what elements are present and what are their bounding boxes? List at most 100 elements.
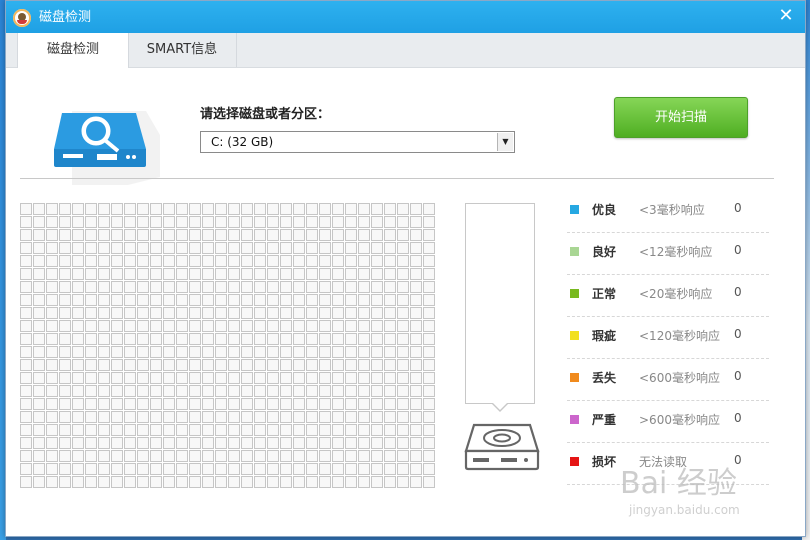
- disk-block-cell: [397, 359, 409, 371]
- disk-block-cell: [384, 255, 396, 267]
- disk-block-cell: [33, 359, 45, 371]
- disk-block-cell: [33, 281, 45, 293]
- disk-block-cell: [46, 281, 58, 293]
- disk-block-cell: [423, 463, 435, 475]
- disk-block-cell: [293, 255, 305, 267]
- disk-block-cell: [423, 307, 435, 319]
- disk-block-cell: [319, 463, 331, 475]
- disk-block-cell: [85, 320, 97, 332]
- disk-block-cell: [176, 281, 188, 293]
- disk-block-cell: [85, 385, 97, 397]
- close-button[interactable]: ✕: [777, 7, 795, 25]
- disk-block-cell: [72, 476, 84, 488]
- disk-block-cell: [189, 346, 201, 358]
- disk-block-cell: [280, 203, 292, 215]
- disk-block-cell: [137, 229, 149, 241]
- disk-block-cell: [267, 333, 279, 345]
- tab-disk-check[interactable]: 磁盘检测: [17, 33, 129, 68]
- disk-block-cell: [228, 346, 240, 358]
- disk-block-cell: [59, 281, 71, 293]
- disk-block-cell: [137, 294, 149, 306]
- disk-block-cell: [98, 294, 110, 306]
- legend-description: >600毫秒响应: [639, 413, 720, 427]
- disk-block-cell: [202, 320, 214, 332]
- disk-block-cell: [410, 268, 422, 280]
- disk-block-cell: [280, 242, 292, 254]
- disk-block-cell: [215, 346, 227, 358]
- disk-block-cell: [293, 463, 305, 475]
- disk-block-cell: [72, 346, 84, 358]
- disk-block-cell: [46, 437, 58, 449]
- disk-block-cell: [163, 450, 175, 462]
- legend-name: 正常: [592, 287, 617, 301]
- disk-block-cell: [20, 450, 32, 462]
- disk-block-cell: [150, 398, 162, 410]
- disk-block-cell: [111, 359, 123, 371]
- disk-block-cell: [46, 216, 58, 228]
- disk-block-cell: [267, 463, 279, 475]
- start-scan-button[interactable]: 开始扫描: [614, 97, 748, 138]
- disk-block-cell: [241, 346, 253, 358]
- disk-block-cell: [46, 268, 58, 280]
- disk-block-cell: [215, 216, 227, 228]
- disk-block-cell: [267, 203, 279, 215]
- disk-block-cell: [280, 450, 292, 462]
- disk-block-cell: [306, 385, 318, 397]
- disk-block-cell: [176, 242, 188, 254]
- disk-block-cell: [371, 320, 383, 332]
- disk-block-cell: [189, 450, 201, 462]
- tab-smart-info[interactable]: SMART信息: [128, 33, 237, 67]
- disk-block-cell: [98, 424, 110, 436]
- disk-block-cell: [189, 255, 201, 267]
- disk-block-cell: [228, 450, 240, 462]
- disk-block-cell: [280, 359, 292, 371]
- disk-block-cell: [137, 320, 149, 332]
- disk-block-cell: [397, 268, 409, 280]
- disk-block-cell: [319, 333, 331, 345]
- disk-block-cell: [306, 268, 318, 280]
- disk-block-cell: [137, 216, 149, 228]
- disk-block-cell: [280, 255, 292, 267]
- legend-row: 瑕疵 <120毫秒响应 0: [567, 316, 769, 359]
- disk-select[interactable]: C: (32 GB) ▼: [200, 131, 515, 153]
- disk-block-cell: [423, 385, 435, 397]
- disk-block-cell: [332, 333, 344, 345]
- disk-block-cell: [163, 320, 175, 332]
- disk-block-cell: [163, 463, 175, 475]
- disk-block-cell: [228, 294, 240, 306]
- disk-block-cell: [319, 229, 331, 241]
- disk-block-cell: [397, 216, 409, 228]
- disk-block-cell: [293, 281, 305, 293]
- disk-block-cell: [241, 203, 253, 215]
- disk-block-cell: [254, 242, 266, 254]
- disk-block-cell: [85, 398, 97, 410]
- disk-block-cell: [306, 307, 318, 319]
- disk-block-cell: [176, 424, 188, 436]
- disk-block-cell: [358, 463, 370, 475]
- chevron-down-icon[interactable]: ▼: [497, 133, 513, 151]
- disk-block-cell: [371, 372, 383, 384]
- disk-block-cell: [33, 372, 45, 384]
- disk-block-cell: [228, 229, 240, 241]
- disk-block-cell: [176, 229, 188, 241]
- disk-block-cell: [293, 307, 305, 319]
- disk-block-cell: [241, 255, 253, 267]
- disk-block-cell: [423, 216, 435, 228]
- disk-block-cell: [228, 216, 240, 228]
- disk-block-cell: [319, 203, 331, 215]
- disk-block-cell: [397, 424, 409, 436]
- disk-block-cell: [423, 424, 435, 436]
- disk-block-cell: [254, 255, 266, 267]
- disk-block-cell: [384, 216, 396, 228]
- disk-block-cell: [332, 216, 344, 228]
- disk-block-cell: [202, 476, 214, 488]
- disk-block-cell: [241, 450, 253, 462]
- disk-block-cell: [111, 242, 123, 254]
- disk-block-cell: [410, 385, 422, 397]
- disk-block-cell: [306, 216, 318, 228]
- disk-block-cell: [98, 255, 110, 267]
- disk-block-cell: [280, 437, 292, 449]
- disk-block-cell: [397, 255, 409, 267]
- disk-block-cell: [33, 476, 45, 488]
- disk-block-cell: [410, 320, 422, 332]
